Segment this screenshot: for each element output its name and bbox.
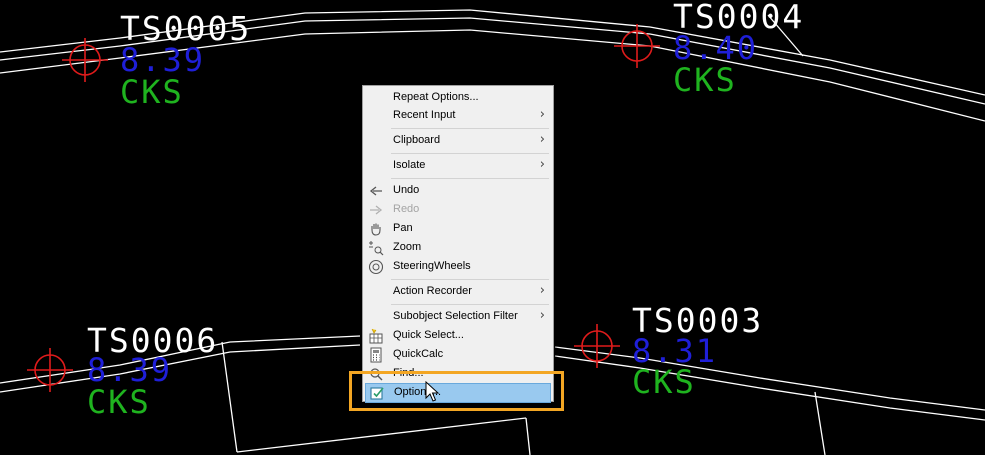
context-menu: Repeat Options... Recent Input › Clipboa… bbox=[362, 85, 554, 403]
point-code-label: CKS bbox=[120, 73, 184, 111]
menu-item-label: Repeat Options... bbox=[393, 91, 479, 103]
point-elevation-label: 8.40 bbox=[673, 29, 759, 67]
survey-point-marker bbox=[614, 24, 660, 68]
menu-item-subobject-selection-filter[interactable]: Subobject Selection Filter › bbox=[365, 308, 551, 326]
menu-item-label: Quick Select... bbox=[393, 329, 464, 341]
menu-separator bbox=[391, 128, 549, 129]
lot-line bbox=[236, 417, 527, 453]
point-code-label: CKS bbox=[673, 61, 737, 99]
menu-separator bbox=[391, 279, 549, 280]
menu-item-redo[interactable]: Redo bbox=[365, 201, 551, 219]
calculator-icon bbox=[370, 347, 382, 363]
point-code-label: CKS bbox=[632, 363, 696, 401]
menu-item-action-recorder[interactable]: Action Recorder › bbox=[365, 283, 551, 301]
point-elevation-label: 8.39 bbox=[120, 41, 206, 79]
menu-item-label: QuickCalc bbox=[393, 348, 444, 360]
menu-item-label: SteeringWheels bbox=[393, 260, 471, 272]
menu-separator bbox=[391, 304, 549, 305]
point-elevation-label: 8.39 bbox=[87, 351, 173, 389]
menu-item-label: Action Recorder bbox=[393, 285, 472, 297]
menu-item-repeat-options[interactable]: Repeat Options... bbox=[365, 89, 551, 107]
menu-item-quickcalc[interactable]: QuickCalc bbox=[365, 346, 551, 364]
lot-line bbox=[814, 391, 826, 455]
menu-item-pan[interactable]: Pan bbox=[365, 220, 551, 238]
menu-separator bbox=[391, 178, 549, 179]
undo-icon bbox=[369, 186, 382, 196]
submenu-arrow-icon: › bbox=[539, 157, 545, 172]
menu-item-undo[interactable]: Undo bbox=[365, 182, 551, 200]
pan-hand-icon bbox=[371, 223, 381, 236]
menu-item-isolate[interactable]: Isolate › bbox=[365, 157, 551, 175]
menu-item-label: Zoom bbox=[393, 241, 422, 253]
menu-item-label: Redo bbox=[393, 203, 420, 215]
menu-item-label: Undo bbox=[393, 184, 420, 196]
menu-item-label: Clipboard bbox=[393, 134, 441, 146]
survey-point-marker bbox=[27, 348, 73, 392]
submenu-arrow-icon: › bbox=[539, 132, 545, 147]
menu-item-quick-select[interactable]: Quick Select... bbox=[365, 327, 551, 345]
lot-line bbox=[221, 341, 238, 453]
lot-line bbox=[525, 417, 531, 455]
menu-item-label: Recent Input bbox=[393, 109, 456, 121]
steeringwheel-icon bbox=[368, 259, 384, 275]
mouse-cursor-icon bbox=[425, 381, 439, 402]
zoom-icon bbox=[369, 241, 384, 256]
quick-select-icon bbox=[369, 328, 383, 344]
highlight-callout-box bbox=[349, 371, 564, 411]
submenu-arrow-icon: › bbox=[539, 308, 545, 323]
redo-icon bbox=[370, 205, 383, 215]
menu-item-label: Isolate bbox=[393, 159, 426, 171]
menu-separator bbox=[391, 153, 549, 154]
menu-item-clipboard[interactable]: Clipboard › bbox=[365, 132, 551, 150]
road-edge-line bbox=[554, 346, 985, 411]
menu-item-steeringwheels[interactable]: SteeringWheels bbox=[365, 258, 551, 276]
road-edge-line bbox=[554, 355, 985, 421]
menu-item-recent-input[interactable]: Recent Input › bbox=[365, 107, 551, 125]
survey-point-marker bbox=[574, 324, 620, 368]
point-code-label: CKS bbox=[87, 383, 151, 421]
submenu-arrow-icon: › bbox=[539, 107, 545, 122]
submenu-arrow-icon: › bbox=[539, 283, 545, 298]
menu-item-label: Pan bbox=[393, 222, 413, 234]
menu-item-label: Subobject Selection Filter bbox=[393, 310, 518, 322]
menu-item-zoom[interactable]: Zoom bbox=[365, 239, 551, 257]
